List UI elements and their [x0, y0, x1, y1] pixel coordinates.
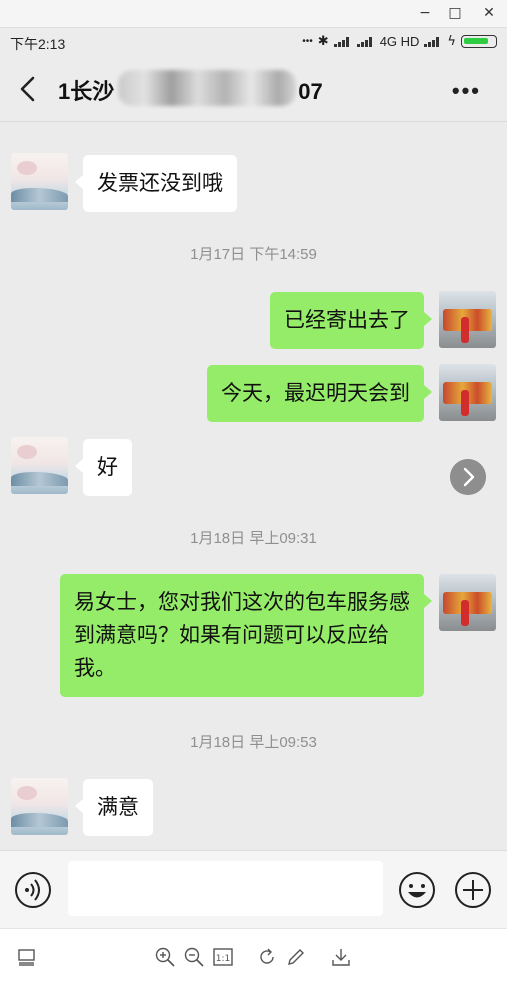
- message-input[interactable]: [68, 861, 383, 916]
- no-sim-signal-icon: [333, 36, 352, 47]
- message-bubble-received[interactable]: 好: [75, 439, 132, 496]
- contact-avatar[interactable]: [11, 437, 68, 494]
- minimize-button[interactable]: −: [414, 3, 436, 23]
- window-title-bar: − □ ✕: [0, 0, 507, 28]
- message-bubble-sent[interactable]: 已经寄出去了: [270, 292, 432, 349]
- voice-icon[interactable]: [14, 871, 52, 909]
- message-bubble-received[interactable]: 发票还没到哦: [75, 155, 237, 212]
- message-bubble-received[interactable]: 满意: [75, 779, 153, 836]
- status-dots: •••: [302, 36, 313, 47]
- status-bar: 下午2:13 ••• ✱ 4G HD ϟ: [0, 28, 507, 56]
- network-type: 4G HD: [379, 34, 420, 49]
- message-timestamp: 1月18日 早上09:31: [190, 530, 317, 547]
- download-icon[interactable]: [330, 946, 352, 968]
- forward-arrow-icon[interactable]: [450, 459, 486, 495]
- charging-icon: ϟ: [447, 34, 456, 49]
- emoji-icon[interactable]: [398, 871, 436, 909]
- message-bubble-sent[interactable]: 今天，最迟明天会到: [207, 365, 432, 422]
- redacted-name-blur: [118, 70, 296, 106]
- contact-avatar[interactable]: [11, 778, 68, 835]
- maximize-button[interactable]: □: [444, 3, 466, 23]
- status-indicators: ••• ✱ 4G HD ϟ: [302, 34, 497, 49]
- battery-icon: [461, 35, 497, 48]
- message-timestamp: 1月17日 下午14:59: [190, 246, 317, 263]
- svg-text:1:1: 1:1: [216, 954, 230, 964]
- message-timestamp: 1月18日 早上09:53: [190, 734, 317, 751]
- zoom-in-icon[interactable]: [154, 946, 176, 968]
- chat-title-prefix: 1长沙: [58, 79, 115, 104]
- close-button[interactable]: ✕: [478, 3, 500, 23]
- contact-avatar[interactable]: [11, 153, 68, 210]
- back-arrow-icon[interactable]: [18, 75, 38, 103]
- viewer-toolbar: 1:1: [0, 928, 507, 988]
- my-avatar[interactable]: [439, 291, 496, 348]
- signal-icon-2: [424, 36, 442, 47]
- rotate-icon[interactable]: [256, 946, 278, 968]
- message-bubble-sent[interactable]: 易女士，您对我们这次的包车服务感到满意吗？如果有问题可以反应给我。: [60, 574, 432, 697]
- actual-size-icon[interactable]: 1:1: [212, 946, 234, 968]
- signal-icon: [356, 36, 375, 47]
- my-avatar[interactable]: [439, 574, 496, 631]
- bluetooth-icon: ✱: [317, 34, 329, 49]
- more-dots-icon[interactable]: •••: [452, 78, 481, 104]
- chat-area[interactable]: 发票还没到哦 1月17日 下午14:59 已经寄出去了 今天，最迟明天会到 好 …: [0, 122, 507, 850]
- edit-icon[interactable]: [285, 946, 307, 968]
- message-input-bar: [0, 850, 507, 928]
- my-avatar[interactable]: [439, 364, 496, 421]
- chat-title-suffix: 07: [298, 79, 323, 104]
- plus-icon[interactable]: [454, 871, 492, 909]
- zoom-out-icon[interactable]: [183, 946, 205, 968]
- status-time: 下午2:13: [10, 36, 66, 52]
- chat-header: 1长沙 07 •••: [0, 56, 507, 122]
- fit-icon[interactable]: [16, 946, 38, 968]
